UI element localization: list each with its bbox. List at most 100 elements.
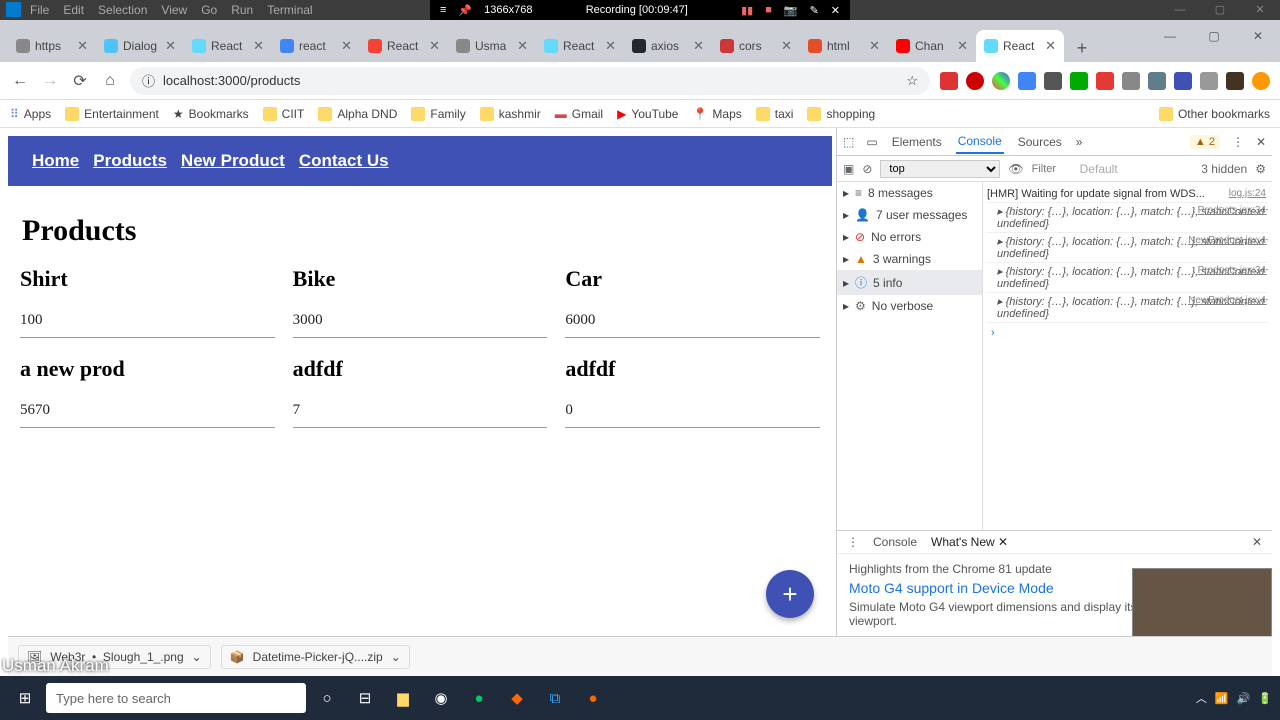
tab-close-icon[interactable]: ✕ [957, 38, 968, 54]
inspect-icon[interactable]: ⬚ [843, 135, 854, 149]
console-prompt[interactable]: › [987, 323, 1268, 343]
chrome-close[interactable]: ✕ [1236, 20, 1280, 52]
browser-tab[interactable]: Dialog✕ [96, 30, 184, 62]
chrome-maximize[interactable]: ▢ [1192, 20, 1236, 52]
tab-close-icon[interactable]: ✕ [869, 38, 880, 54]
console-log-line[interactable]: Products.jsx:34▸ {history: {…}, location… [987, 203, 1268, 233]
more-tabs-icon[interactable]: » [1076, 135, 1083, 149]
bookmark-item[interactable]: ▶YouTube [617, 107, 678, 121]
bookmark-item[interactable]: Entertainment [65, 107, 159, 121]
tab-close-icon[interactable]: ✕ [517, 38, 528, 54]
hidden-count[interactable]: 3 hidden [1201, 162, 1247, 176]
sidebar-toggle-icon[interactable]: ▣ [843, 162, 854, 176]
hamburger-icon[interactable]: ≡ [440, 4, 446, 16]
pause-icon[interactable]: ▮▮ [741, 4, 753, 17]
other-bookmarks[interactable]: Other bookmarks [1159, 107, 1270, 121]
ext-icon[interactable] [1096, 72, 1114, 90]
ext-icon[interactable] [992, 72, 1010, 90]
minimize-button[interactable]: — [1160, 0, 1200, 20]
browser-tab[interactable]: React✕ [976, 30, 1064, 62]
tab-close-icon[interactable]: ✕ [341, 38, 352, 54]
console-filter-row[interactable]: ▸ⓘ5 info [837, 270, 982, 295]
browser-tab[interactable]: https✕ [8, 30, 96, 62]
tab-close-icon[interactable]: ✕ [605, 38, 616, 54]
filter-input[interactable] [1032, 163, 1072, 175]
bookmark-item[interactable]: ★Bookmarks [173, 107, 249, 121]
chrome-minimize[interactable]: — [1148, 20, 1192, 52]
ext-icon[interactable] [1252, 72, 1270, 90]
console-log-line[interactable]: Products.jsx:34▸ {history: {…}, location… [987, 263, 1268, 293]
nav-link-products[interactable]: Products [93, 151, 167, 171]
taskview-icon[interactable]: ⊟ [348, 681, 382, 715]
camera-icon[interactable]: 📷 [784, 4, 798, 17]
home-button[interactable]: ⌂ [100, 71, 120, 91]
bookmark-item[interactable]: Alpha DND [318, 107, 397, 121]
maximize-button[interactable]: ▢ [1200, 0, 1240, 20]
app-icon[interactable]: ◆ [500, 681, 534, 715]
bookmark-item[interactable]: Family [411, 107, 465, 121]
app-icon[interactable]: ● [462, 681, 496, 715]
tab-console[interactable]: Console [956, 130, 1004, 154]
product-price[interactable]: 5670 [20, 392, 275, 428]
bookmark-item[interactable]: taxi [756, 107, 794, 121]
tab-close-icon[interactable]: ✕ [165, 38, 176, 54]
tab-sources[interactable]: Sources [1016, 131, 1064, 153]
tab-elements[interactable]: Elements [890, 131, 944, 153]
volume-icon[interactable]: 🔊 [1237, 692, 1251, 705]
ext-icon[interactable] [1070, 72, 1088, 90]
close-button[interactable]: ✕ [1240, 0, 1280, 20]
new-tab-button[interactable]: + [1068, 34, 1096, 62]
drawer-tab-whatsnew[interactable]: What's New ✕ [931, 535, 1008, 549]
ext-icon[interactable] [1200, 72, 1218, 90]
browser-tab[interactable]: Usma✕ [448, 30, 536, 62]
browser-tab[interactable]: React✕ [184, 30, 272, 62]
adblock-icon[interactable] [966, 72, 984, 90]
star-icon[interactable]: ☆ [906, 73, 918, 89]
console-filter-row[interactable]: ▸▲3 warnings [837, 248, 982, 270]
ext-icon[interactable] [1174, 72, 1192, 90]
explorer-icon[interactable]: ▆ [386, 681, 420, 715]
omnibox[interactable]: ⓘ localhost:3000/products ☆ [130, 67, 930, 95]
warning-badge[interactable]: ▲ 2 [1190, 135, 1220, 149]
tab-close-icon[interactable]: ✕ [781, 38, 792, 54]
system-tray[interactable]: ︿ 📶 🔊 🔋 [1196, 690, 1272, 706]
ext-icon[interactable] [1018, 72, 1036, 90]
drawer-close-icon[interactable]: ✕ [1252, 535, 1262, 549]
devtools-menu-icon[interactable]: ⋮ [1232, 135, 1244, 149]
browser-tab[interactable]: React✕ [536, 30, 624, 62]
reload-button[interactable]: ⟳ [70, 71, 90, 91]
browser-tab[interactable]: axios✕ [624, 30, 712, 62]
console-log-line[interactable]: log.js:24[HMR] Waiting for update signal… [987, 186, 1268, 203]
browser-tab[interactable]: React✕ [360, 30, 448, 62]
device-icon[interactable]: ▭ [866, 135, 877, 149]
console-filter-row[interactable]: ▸≡8 messages [837, 182, 982, 204]
bookmark-item[interactable]: CIIT [263, 107, 305, 121]
tab-close-icon[interactable]: ✕ [429, 38, 440, 54]
add-fab-button[interactable]: + [766, 570, 814, 618]
console-log-line[interactable]: NewProduct.jsx:4▸ {history: {…}, locatio… [987, 293, 1268, 323]
tab-close-icon[interactable]: ✕ [1045, 38, 1056, 54]
chevron-up-icon[interactable]: ︿ [1196, 690, 1207, 706]
battery-icon[interactable]: 🔋 [1258, 692, 1272, 705]
back-button[interactable]: ← [10, 71, 30, 91]
cortana-icon[interactable]: ○ [310, 681, 344, 715]
console-filter-row[interactable]: ▸⊘No errors [837, 226, 982, 248]
settings-gear-icon[interactable]: ⚙ [1255, 162, 1266, 176]
product-price[interactable]: 0 [565, 392, 820, 428]
pencil-icon[interactable]: ✎ [810, 4, 819, 17]
ext-icon[interactable] [1148, 72, 1166, 90]
product-price[interactable]: 7 [293, 392, 548, 428]
forward-button[interactable]: → [40, 71, 60, 91]
taskbar-search[interactable]: Type here to search [46, 683, 306, 713]
chrome-icon[interactable]: ◉ [424, 681, 458, 715]
ext-icon[interactable] [940, 72, 958, 90]
console-log-line[interactable]: NewProduct.jsx:4▸ {history: {…}, locatio… [987, 233, 1268, 263]
product-price[interactable]: 3000 [293, 302, 548, 338]
product-price[interactable]: 6000 [565, 302, 820, 338]
log-source[interactable]: Products.jsx:34 [1198, 265, 1266, 276]
drawer-tab-console[interactable]: Console [873, 535, 917, 549]
pin-icon[interactable]: 📌 [458, 4, 472, 17]
start-button[interactable]: ⊞ [8, 681, 42, 715]
log-source[interactable]: NewProduct.jsx:4 [1188, 235, 1266, 246]
tab-close-icon[interactable]: ✕ [253, 38, 264, 54]
